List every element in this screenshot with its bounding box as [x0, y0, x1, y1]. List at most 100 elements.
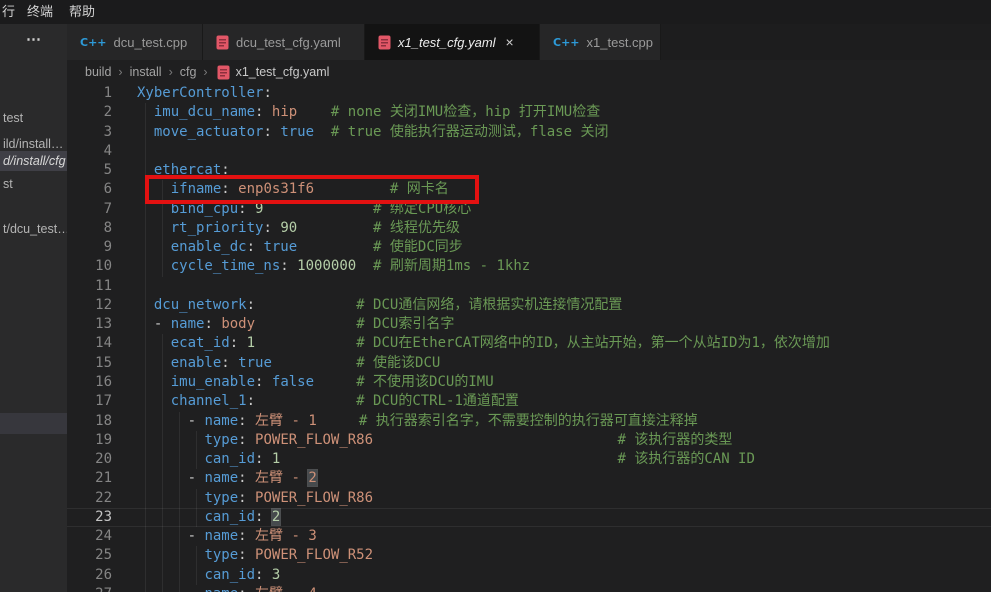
breadcrumb-segment[interactable]: build — [85, 65, 111, 79]
token-w — [314, 181, 390, 197]
code-line[interactable]: 18 - name: 左臂 - 1 # 执行器索引名字，不需要控制的执行器可直接… — [67, 412, 991, 431]
indent-guide-icon — [145, 142, 146, 161]
line-number[interactable]: 27 — [67, 585, 112, 592]
code-line[interactable]: 6 ifname: enp0s31f6 # 网卡名 — [67, 180, 991, 199]
sidebar-item[interactable]: test — [0, 108, 67, 128]
line-number[interactable]: 1 — [67, 84, 112, 103]
close-icon[interactable]: × — [506, 35, 514, 49]
token-p: : — [221, 355, 229, 371]
menu-item-1[interactable]: 终端 — [27, 0, 53, 24]
code-line[interactable]: 14 ecat_id: 1 # DCU在EtherCAT网络中的ID，从主站开始… — [67, 334, 991, 353]
menu-item-2[interactable]: 帮助 — [69, 0, 95, 24]
code-line[interactable]: 24 - name: 左臂 - 3 — [67, 527, 991, 546]
line-number[interactable]: 24 — [67, 527, 112, 546]
token-k: ethercat — [154, 162, 221, 178]
token-w — [137, 258, 171, 274]
line-number[interactable]: 9 — [67, 238, 112, 257]
code-text: can_id: 1 # 该执行器的CAN ID — [137, 450, 755, 469]
tab-dcu_test.cpp[interactable]: C++dcu_test.cpp — [67, 24, 203, 60]
sidebar-item[interactable]: t/dcu_test… — [0, 219, 67, 239]
token-k: can_id — [204, 451, 255, 467]
more-actions-icon[interactable]: ⋯ — [26, 30, 42, 48]
code-line[interactable]: 8 rt_priority: 90 # 线程优先级 — [67, 219, 991, 238]
indent-guide-icon — [145, 431, 146, 450]
token-w — [238, 335, 246, 351]
code-line[interactable]: 26 can_id: 3 — [67, 566, 991, 585]
line-number[interactable]: 3 — [67, 123, 112, 142]
code-line[interactable]: 3 move_actuator: true # true 使能执行器运动测试，f… — [67, 123, 991, 142]
line-number[interactable]: 17 — [67, 392, 112, 411]
line-number[interactable]: 16 — [67, 373, 112, 392]
code-line[interactable]: 19 type: POWER_FLOW_R86 # 该执行器的类型 — [67, 431, 991, 450]
code-editor[interactable]: 1XyberController:2 imu_dcu_name: hip # n… — [67, 84, 991, 592]
indent-guide-icon — [196, 566, 197, 585]
code-line[interactable]: 13 - name: body # DCU索引名字 — [67, 315, 991, 334]
code-text: enable_dc: true # 使能DC同步 — [137, 238, 463, 257]
tab-x1_test.cpp[interactable]: C++x1_test.cpp — [540, 24, 661, 60]
line-number[interactable]: 18 — [67, 412, 112, 431]
token-p: : — [238, 432, 246, 448]
token-c: # 该执行器的类型 — [617, 432, 732, 448]
token-w — [263, 104, 271, 120]
code-line[interactable]: 20 can_id: 1 # 该执行器的CAN ID — [67, 450, 991, 469]
line-number[interactable]: 11 — [67, 277, 112, 296]
code-line[interactable]: 12 dcu_network: # DCU通信网络，请根据实机连接情况配置 — [67, 296, 991, 315]
code-line[interactable]: 4 — [67, 142, 991, 161]
line-number[interactable]: 19 — [67, 431, 112, 450]
code-line[interactable]: 25 type: POWER_FLOW_R52 — [67, 546, 991, 565]
sidebar-item[interactable]: d/install/cfg — [0, 151, 67, 171]
token-w — [263, 509, 271, 525]
line-number[interactable]: 5 — [67, 161, 112, 180]
line-number[interactable]: 26 — [67, 566, 112, 585]
code-line[interactable]: 27 - name: 左臂 - 4 — [67, 585, 991, 592]
line-number[interactable]: 12 — [67, 296, 112, 315]
code-line[interactable]: 11 — [67, 277, 991, 296]
tab-dcu_test_cfg.yaml[interactable]: dcu_test_cfg.yaml — [203, 24, 365, 60]
code-line[interactable]: 10 cycle_time_ns: 1000000 # 刷新周期1ms - 1k… — [67, 257, 991, 276]
line-number[interactable]: 20 — [67, 450, 112, 469]
menu-item-0[interactable]: 行 — [2, 0, 15, 24]
line-number[interactable]: 14 — [67, 334, 112, 353]
code-line[interactable]: 7 bind_cpu: 9 # 绑定CPU核心 — [67, 200, 991, 219]
token-c: # 不使用该DCU的IMU — [356, 374, 493, 390]
code-line[interactable]: 17 channel_1: # DCU的CTRL-1通道配置 — [67, 392, 991, 411]
line-number[interactable]: 2 — [67, 103, 112, 122]
line-number[interactable]: 22 — [67, 489, 112, 508]
breadcrumb-segment[interactable]: install — [130, 65, 162, 79]
line-number[interactable]: 10 — [67, 257, 112, 276]
token-n: 1000000 — [297, 258, 356, 274]
indent-guide-icon — [145, 469, 146, 488]
sidebar-item[interactable] — [0, 413, 67, 434]
line-number[interactable]: 13 — [67, 315, 112, 334]
code-text: type: POWER_FLOW_R86 # 该执行器的类型 — [137, 431, 732, 450]
indent-guide-icon — [145, 334, 146, 353]
code-line[interactable]: 21 - name: 左臂 - 2 — [67, 469, 991, 488]
code-text: can_id: 2 — [137, 508, 280, 527]
line-number[interactable]: 15 — [67, 354, 112, 373]
token-k: enable — [171, 355, 222, 371]
line-number[interactable]: 6 — [67, 180, 112, 199]
token-w — [356, 258, 373, 274]
code-line[interactable]: 1XyberController: — [67, 84, 991, 103]
yaml-file-icon — [217, 65, 230, 80]
line-number[interactable]: 23 — [67, 508, 112, 527]
line-number[interactable]: 4 — [67, 142, 112, 161]
code-text: - name: 左臂 - 1 # 执行器索引名字，不需要控制的执行器可直接注释掉 — [137, 412, 698, 431]
code-line[interactable]: 16 imu_enable: false # 不使用该DCU的IMU — [67, 373, 991, 392]
indent-guide-icon — [145, 123, 146, 142]
code-line[interactable]: 9 enable_dc: true # 使能DC同步 — [67, 238, 991, 257]
code-line[interactable]: 22 type: POWER_FLOW_R86 — [67, 489, 991, 508]
line-number[interactable]: 21 — [67, 469, 112, 488]
code-line[interactable]: 5 ethercat: — [67, 161, 991, 180]
line-number[interactable]: 8 — [67, 219, 112, 238]
tab-x1_test_cfg.yaml[interactable]: x1_test_cfg.yaml× — [365, 24, 540, 60]
breadcrumb-segment[interactable]: cfg — [180, 65, 197, 79]
code-line[interactable]: 15 enable: true # 使能该DCU — [67, 354, 991, 373]
sidebar-item[interactable]: st — [0, 174, 67, 194]
line-number[interactable]: 7 — [67, 200, 112, 219]
token-k: name — [204, 528, 238, 544]
line-number[interactable]: 25 — [67, 546, 112, 565]
code-line[interactable]: 2 imu_dcu_name: hip # none 关闭IMU检查，hip 打… — [67, 103, 991, 122]
breadcrumb-file[interactable]: x1_test_cfg.yaml — [236, 65, 330, 79]
code-line[interactable]: 23 can_id: 2 — [67, 508, 991, 527]
